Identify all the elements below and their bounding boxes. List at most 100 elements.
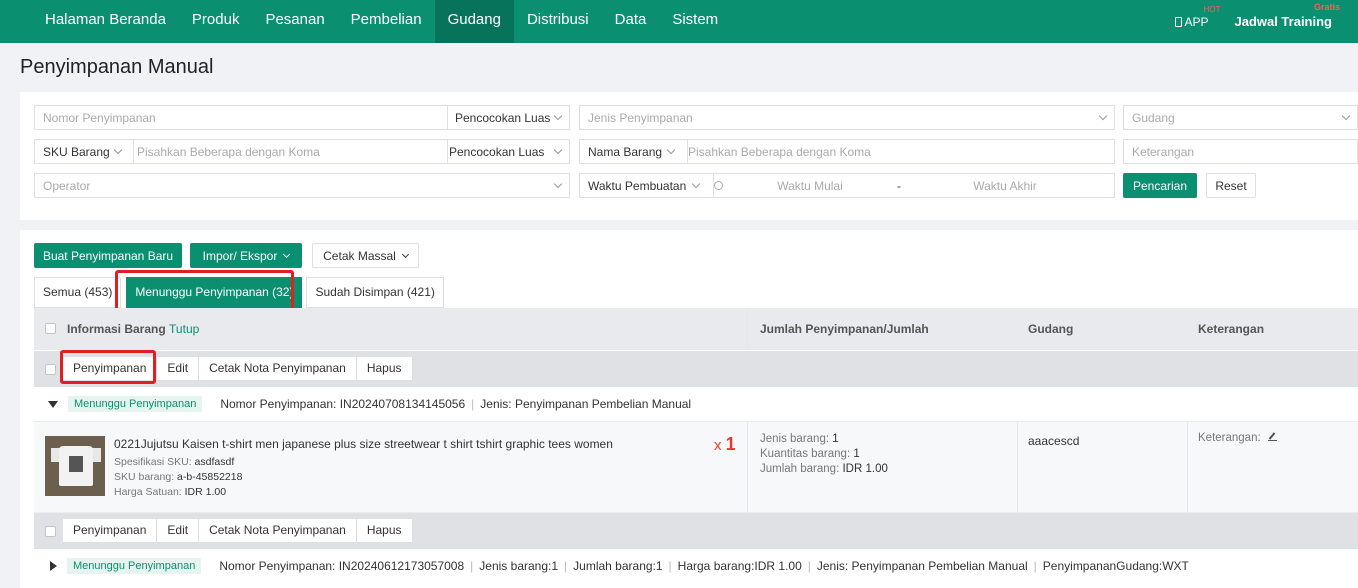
jenis-select[interactable]: Jenis Penyimpanan xyxy=(579,105,1115,130)
nav-item-pesanan[interactable]: Pesanan xyxy=(252,0,337,43)
edit-button[interactable]: Edit xyxy=(156,356,200,381)
order-number: Nomor Penyimpanan: IN20240612173057008 xyxy=(219,559,465,573)
store-button[interactable]: Penyimpanan xyxy=(62,518,158,543)
waktu-akhir-input[interactable]: Waktu Akhir xyxy=(909,179,1093,193)
separator: | xyxy=(471,397,475,411)
edit-button[interactable]: Edit xyxy=(156,518,200,543)
separator: | xyxy=(470,559,474,573)
order-action-bar: Penyimpanan Edit Cetak Nota Penyimpanan … xyxy=(34,351,1358,387)
app-label: APP xyxy=(1184,14,1209,29)
app-hot-badge: HOT xyxy=(1203,4,1221,14)
select-all-checkbox[interactable] xyxy=(45,323,56,334)
item-kinds: Jenis barang:1 xyxy=(479,559,559,573)
match-select-2[interactable]: Pencocokan Luas xyxy=(441,145,544,159)
highlight-store-button xyxy=(60,350,156,384)
jumlah-label: Jumlah barang: xyxy=(760,463,840,475)
sku-input[interactable]: Pisahkan Beberapa dengan Koma xyxy=(127,145,441,159)
keterangan-input[interactable]: Keterangan xyxy=(1123,139,1358,164)
delete-button[interactable]: Hapus xyxy=(355,356,413,381)
item-price: Harga barang:IDR 1.00 xyxy=(677,559,802,573)
sku-spec: Spesifikasi SKU: asdfasdf xyxy=(114,456,234,468)
waktu-field-group: Waktu Pembuatan Waktu Mulai - Waktu Akhi… xyxy=(579,173,1115,198)
order-number: Nomor Penyimpanan: IN20240708134145056 xyxy=(220,397,466,411)
col-keterangan: Keterangan xyxy=(1198,322,1265,336)
operator-select[interactable]: Operator xyxy=(34,173,570,198)
divider xyxy=(1187,422,1188,514)
collapse-link[interactable]: Tutup xyxy=(169,322,199,336)
clock-icon xyxy=(714,181,723,190)
print-note-button[interactable]: Cetak Nota Penyimpanan xyxy=(198,356,357,381)
remark-label: Keterangan: xyxy=(1198,432,1261,444)
print-note-button[interactable]: Cetak Nota Penyimpanan xyxy=(198,518,357,543)
separator: | xyxy=(1033,559,1037,573)
chevron-down-icon xyxy=(1341,111,1351,121)
nav-item-distribusi[interactable]: Distribusi xyxy=(514,0,602,43)
kuantitas-label: Kuantitas barang: xyxy=(760,448,851,460)
nav-item-sistem[interactable]: Sistem xyxy=(659,0,731,43)
chevron-down-icon xyxy=(553,145,563,155)
chevron-down-icon xyxy=(283,250,291,258)
reset-button[interactable]: Reset xyxy=(1206,173,1256,198)
nama-select[interactable]: Nama Barang xyxy=(580,145,680,159)
nomor-input[interactable]: Nomor Penyimpanan xyxy=(35,111,447,125)
order-type: Jenis: Penyimpanan Pembelian Manual xyxy=(480,397,692,411)
top-nav: Halaman Beranda Produk Pesanan Pembelian… xyxy=(0,0,1358,43)
nav-item-pembelian[interactable]: Pembelian xyxy=(338,0,435,43)
training-label: Jadwal Training xyxy=(1234,14,1332,29)
separator: | xyxy=(668,559,672,573)
app-link[interactable]: APP HOT xyxy=(1175,5,1220,29)
order-checkbox[interactable] xyxy=(45,364,56,375)
price-value: IDR 1.00 xyxy=(184,486,227,498)
delete-button[interactable]: Hapus xyxy=(355,518,413,543)
nama-input[interactable]: Pisahkan Beberapa dengan Koma xyxy=(680,145,871,159)
operator-placeholder: Operator xyxy=(43,178,91,193)
collapse-icon[interactable] xyxy=(48,400,58,408)
status-badge: Menunggu Penyimpanan xyxy=(68,396,203,412)
jenis-value: 1 xyxy=(832,433,839,445)
qty-prefix: x xyxy=(714,437,722,454)
match-select-1[interactable]: Pencocokan Luas xyxy=(447,111,550,125)
chevron-down-icon xyxy=(553,111,563,121)
new-storage-button[interactable]: Buat Penyimpanan Baru xyxy=(34,243,182,268)
training-link[interactable]: Jadwal Training Gratis xyxy=(1234,2,1340,29)
sku-label: SKU barang: xyxy=(114,471,175,483)
spec-label: Spesifikasi SKU: xyxy=(114,456,192,468)
order-header-row: Menunggu Penyimpanan Nomor Penyimpanan: … xyxy=(34,387,1358,421)
keterangan-placeholder: Keterangan xyxy=(1132,144,1195,159)
col-info-label: Informasi Barang xyxy=(67,322,166,336)
page-title: Penyimpanan Manual xyxy=(20,56,214,78)
nav-item-gudang[interactable]: Gudang xyxy=(434,0,514,43)
waktu-select[interactable]: Waktu Pembuatan xyxy=(580,179,704,193)
sku-select[interactable]: SKU Barang xyxy=(35,145,127,159)
tab-semua[interactable]: Semua (453) xyxy=(34,277,122,308)
waktu-mulai-input[interactable]: Waktu Mulai xyxy=(723,179,889,193)
kuantitas-value: 1 xyxy=(853,448,860,460)
nama-field-group: Nama Barang Pisahkan Beberapa dengan Kom… xyxy=(579,139,1115,164)
nav-item-beranda[interactable]: Halaman Beranda xyxy=(32,0,179,43)
phone-icon xyxy=(1175,16,1183,27)
expand-icon[interactable] xyxy=(50,561,57,571)
import-export-button[interactable]: Impor/ Ekspor xyxy=(190,243,302,268)
edit-pencil-icon[interactable] xyxy=(1267,432,1277,441)
unit-price: Harga Satuan: IDR 1.00 xyxy=(114,486,226,498)
product-title: 0221Jujutsu Kaisen t-shirt men japanese … xyxy=(114,437,613,451)
sku-field-group: SKU Barang Pisahkan Beberapa dengan Koma… xyxy=(34,139,570,164)
sku-code: SKU barang: a-b-45852218 xyxy=(114,471,242,483)
qty-value: 1 xyxy=(725,434,736,454)
import-export-label: Impor/ Ekspor xyxy=(202,248,278,263)
gratis-badge: Gratis xyxy=(1313,2,1340,12)
order-checkbox[interactable] xyxy=(45,526,56,537)
bulk-print-button[interactable]: Cetak Massal xyxy=(312,243,419,268)
tab-sudah-disimpan[interactable]: Sudah Disimpan (421) xyxy=(306,277,444,308)
gudang-select[interactable]: Gudang xyxy=(1123,105,1358,130)
chevron-down-icon xyxy=(401,250,409,258)
nav-item-produk[interactable]: Produk xyxy=(179,0,253,43)
nav-item-data[interactable]: Data xyxy=(602,0,660,43)
order-type: Jenis: Penyimpanan Pembelian Manual xyxy=(816,559,1028,573)
search-button[interactable]: Pencarian xyxy=(1123,173,1197,198)
bulk-print-label: Cetak Massal xyxy=(323,248,396,263)
chevron-down-icon xyxy=(553,179,563,189)
filter-panel: Nomor Penyimpanan Pencocokan Luas Jenis … xyxy=(20,92,1358,220)
status-badge: Menunggu Penyimpanan xyxy=(67,558,202,574)
quantity: x 1 xyxy=(714,434,736,455)
